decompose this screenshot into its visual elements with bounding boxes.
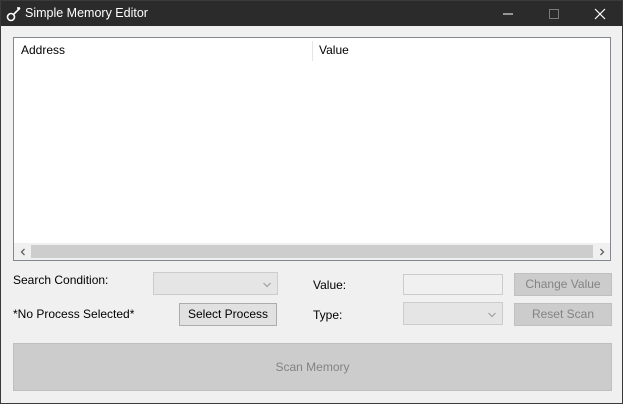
type-label: Type: <box>313 308 343 322</box>
column-header-address[interactable]: Address <box>14 38 312 62</box>
chevron-down-icon <box>262 279 272 289</box>
window-title: Simple Memory Editor <box>25 6 148 20</box>
select-process-button[interactable]: Select Process <box>179 303 277 326</box>
chevron-right-icon <box>599 248 604 255</box>
process-status-label: *No Process Selected* <box>13 307 135 321</box>
chevron-left-icon <box>20 248 25 255</box>
address-value-list[interactable]: Address Value <box>13 37 611 261</box>
value-label: Value: <box>313 278 347 292</box>
search-condition-select[interactable] <box>153 272 278 295</box>
search-condition-label: Search Condition: <box>13 273 109 287</box>
app-icon <box>5 5 23 23</box>
value-input[interactable] <box>403 274 503 295</box>
maximize-icon <box>549 8 559 19</box>
list-body[interactable] <box>14 62 610 243</box>
title-bar[interactable]: Simple Memory Editor <box>1 1 622 26</box>
list-header: Address Value <box>14 38 610 62</box>
column-header-value[interactable]: Value <box>312 38 610 62</box>
reset-scan-button[interactable]: Reset Scan <box>514 303 612 326</box>
scroll-left-button[interactable] <box>14 243 31 260</box>
chevron-down-icon <box>487 309 497 319</box>
scan-memory-button[interactable]: Scan Memory <box>13 343 612 391</box>
close-icon <box>594 8 606 19</box>
change-value-button[interactable]: Change Value <box>514 273 612 296</box>
maximize-button[interactable] <box>531 1 577 26</box>
app-window: Simple Memory Editor Address Value Searc… <box>0 0 623 404</box>
close-button[interactable] <box>577 1 623 26</box>
minimize-icon <box>503 13 513 14</box>
scrollbar-thumb[interactable] <box>31 245 593 258</box>
scroll-right-button[interactable] <box>593 243 610 260</box>
horizontal-scrollbar[interactable] <box>14 243 610 260</box>
type-select[interactable] <box>403 302 503 325</box>
minimize-button[interactable] <box>485 1 531 26</box>
